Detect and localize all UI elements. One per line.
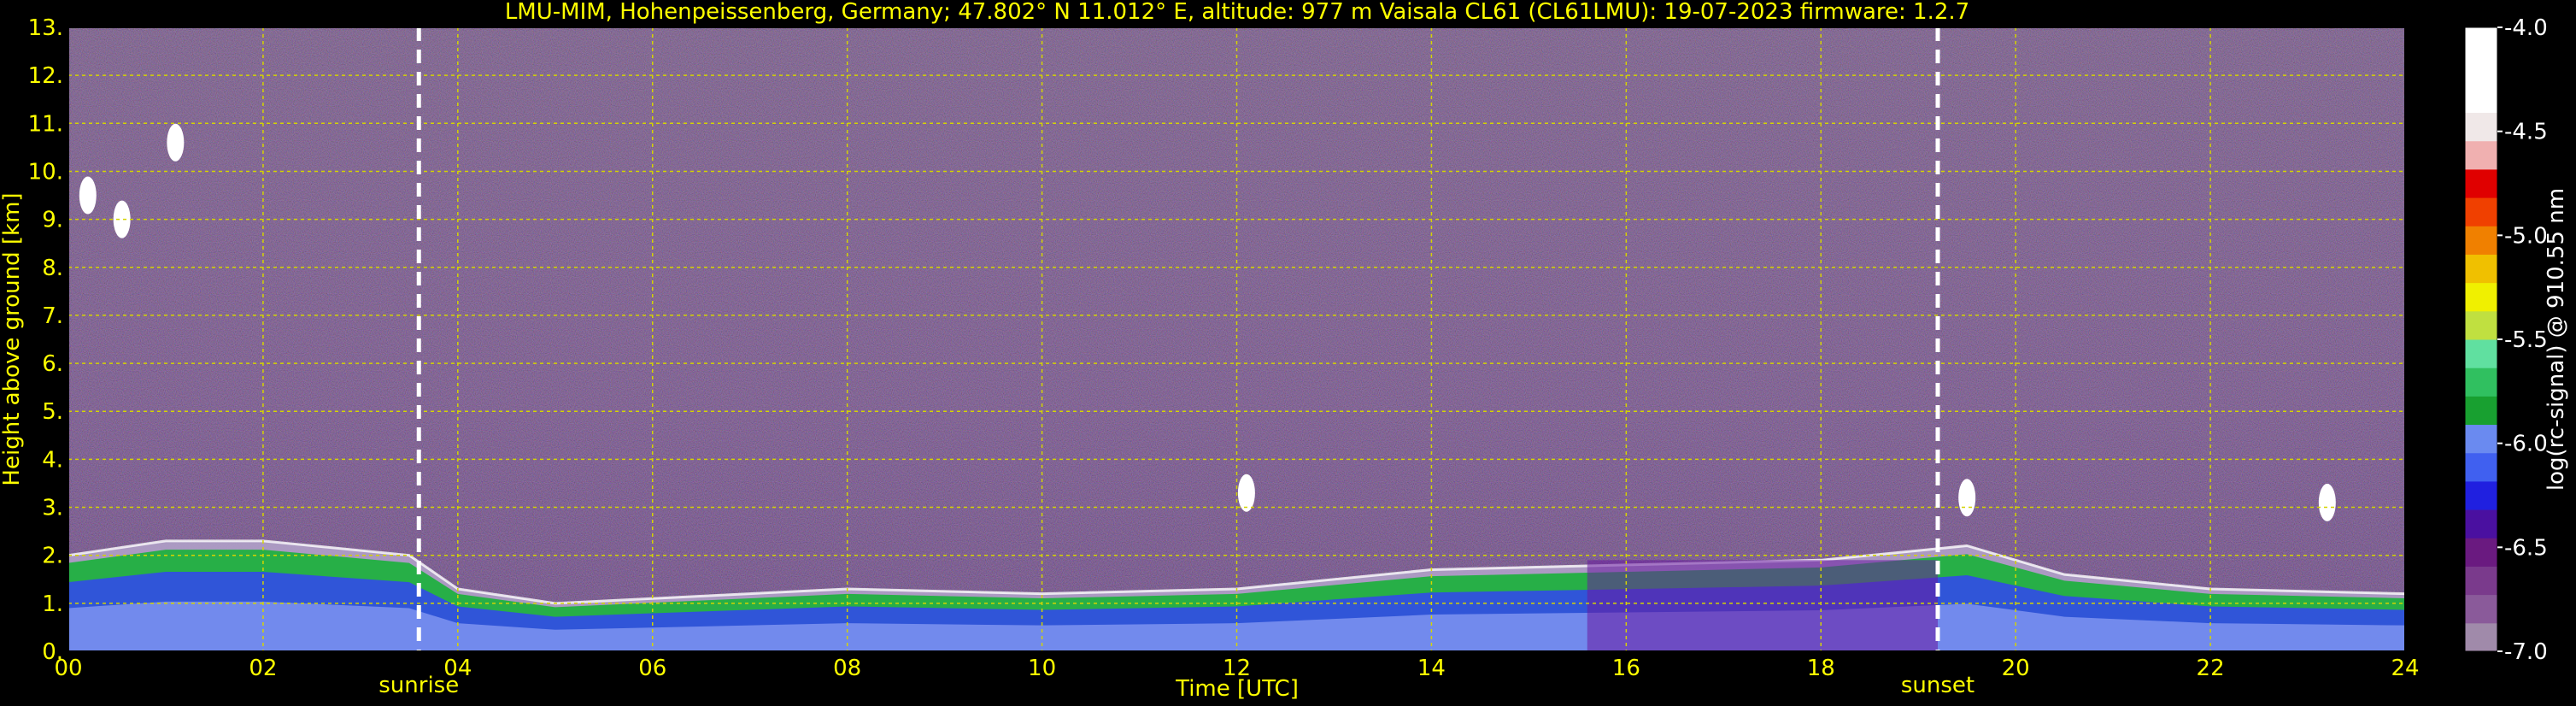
colorbar-tick-label: -5.5 <box>2504 327 2548 353</box>
y-tick-label: 11. <box>28 111 63 137</box>
x-tick-label: 24 <box>2391 656 2419 681</box>
y-tick-label: 7. <box>42 303 63 329</box>
y-tick-label: 12. <box>28 63 63 89</box>
x-tick-label: 04 <box>443 656 472 681</box>
y-tick-label: 2. <box>42 544 63 569</box>
colorbar-segment <box>2465 168 2497 198</box>
y-tick-label: 4. <box>42 447 63 473</box>
colorbar-segment <box>2465 310 2497 340</box>
colorbar-segment <box>2465 56 2497 85</box>
colorbar-segment <box>2465 424 2497 454</box>
y-tick-label: 13. <box>28 15 63 41</box>
colorbar-segment <box>2465 197 2497 227</box>
colorbar-segment <box>2465 254 2497 284</box>
x-tick-label: 10 <box>1028 656 1056 681</box>
x-tick-label: 06 <box>638 656 666 681</box>
cloud-patch <box>113 200 131 238</box>
y-tick-label: 5. <box>42 399 63 425</box>
x-tick-label: 20 <box>2002 656 2030 681</box>
cloud-patch <box>79 176 97 215</box>
colorbar-tick-label: -4.0 <box>2504 15 2548 41</box>
colorbar-tick-label: -6.5 <box>2504 535 2548 561</box>
y-tick-label: 3. <box>42 496 63 521</box>
sunset-label: sunset <box>1901 673 1975 698</box>
colorbar-segment <box>2465 594 2497 624</box>
colorbar-segment <box>2465 480 2497 510</box>
colorbar-tick-label: -6.0 <box>2504 432 2548 457</box>
colorbar-segment <box>2465 509 2497 538</box>
colorbar-segment <box>2465 226 2497 255</box>
x-tick-label: 16 <box>1612 656 1640 681</box>
y-tick-label: 0. <box>42 639 63 665</box>
colorbar-tick-label: -4.5 <box>2504 120 2548 145</box>
colorbar-segment <box>2465 452 2497 482</box>
afternoon-layer <box>1587 560 1938 651</box>
chart-title: LMU-MIM, Hohenpeissenberg, Germany; 47.8… <box>505 0 1969 25</box>
colorbar-label: log(rc-signal) @ 910.55 nm <box>2544 188 2569 491</box>
y-axis-label: Height above ground [km] <box>0 192 25 485</box>
y-tick-label: 10. <box>28 159 63 185</box>
colorbar-segment <box>2465 282 2497 312</box>
cloud-patch <box>1237 474 1255 512</box>
x-tick-label: 02 <box>249 656 277 681</box>
y-tick-label: 6. <box>42 351 63 377</box>
x-tick-label: 18 <box>1807 656 1835 681</box>
colorbar-segment <box>2465 396 2497 426</box>
colorbar-segment <box>2465 566 2497 596</box>
cloud-patch <box>2318 483 2336 521</box>
cloud-patch <box>167 123 185 162</box>
colorbar: -4.0 -4.5 -5.0 -5.5 -6.0 -6.5 -7.0 <box>2464 15 2548 665</box>
y-tick-label: 1. <box>42 591 63 617</box>
colorbar-segment <box>2465 368 2497 397</box>
colorbar-segment <box>2465 27 2497 56</box>
colorbar-tick-label: -7.0 <box>2504 639 2548 665</box>
x-tick-label: 14 <box>1417 656 1446 681</box>
y-tick-label: 9. <box>42 208 63 233</box>
x-tick-label: 22 <box>2197 656 2225 681</box>
colorbar-segment <box>2465 339 2497 368</box>
colorbar-segment <box>2465 538 2497 567</box>
colorbar-segment <box>2465 84 2497 114</box>
x-axis-label: Time [UTC] <box>1175 676 1299 702</box>
colorbar-tick-label: -5.0 <box>2504 223 2548 249</box>
y-tick-label: 8. <box>42 256 63 281</box>
colorbar-segment <box>2465 112 2497 142</box>
colorbar-segment <box>2465 622 2497 652</box>
x-tick-label: 08 <box>833 656 861 681</box>
cloud-patch <box>1958 479 1976 517</box>
ceilometer-plot: LMU-MIM, Hohenpeissenberg, Germany; 47.8… <box>0 0 2569 702</box>
colorbar-segment <box>2465 140 2497 170</box>
